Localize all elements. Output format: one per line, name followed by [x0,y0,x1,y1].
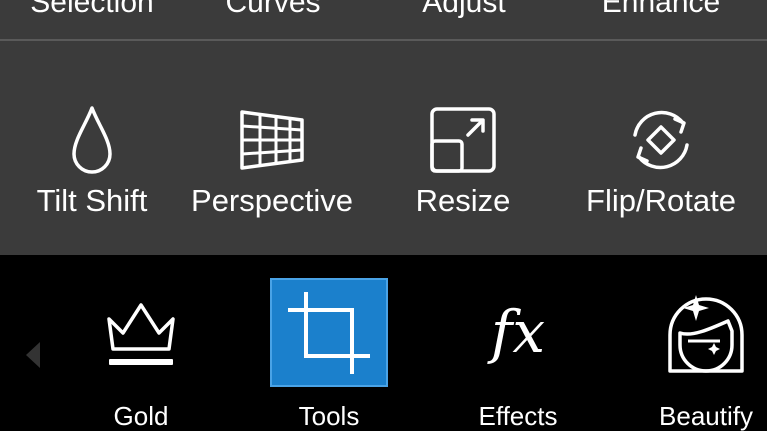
tool-label: Perspective [191,183,353,218]
tool-flip-rotate[interactable]: Flip/Rotate [566,95,756,235]
divider [0,39,767,41]
nav-item-label: Gold [113,401,169,431]
tool-resize[interactable]: Resize [368,95,558,235]
tool-options-panel: Selection Curves Adjust Enhance Tilt Shi… [0,0,767,255]
tool-perspective[interactable]: Perspective [177,95,367,235]
perspective-grid-icon [227,95,317,185]
tool-tilt-shift[interactable]: Tilt Shift [0,95,187,235]
nav-item-effects[interactable]: fx Effects [443,278,593,431]
fx-icon: fx [459,278,577,387]
crop-icon [270,278,388,387]
crown-icon [82,278,200,387]
nav-item-beautify[interactable]: Beautify [631,278,767,431]
chevron-left-icon[interactable] [22,340,44,370]
tool-label: Flip/Rotate [586,183,736,218]
tool-label: Resize [415,183,511,218]
flip-rotate-icon [616,95,706,185]
nav-item-label: Beautify [659,401,753,431]
nav-item-label: Tools [298,401,360,431]
nav-item-gold[interactable]: Gold [66,278,216,431]
svg-text:fx: fx [487,298,545,366]
drop-icon [47,95,137,185]
category-tabs: Selection Curves Adjust Enhance [0,0,767,40]
nav-item-label: Effects [478,401,558,431]
face-sparkle-icon [647,278,765,387]
resize-icon [418,95,508,185]
tab-enhance[interactable]: Enhance [566,0,756,20]
tool-label: Tilt Shift [36,183,148,218]
tab-curves[interactable]: Curves [178,0,368,20]
nav-item-tools[interactable]: Tools [254,278,404,431]
tab-adjust[interactable]: Adjust [369,0,559,20]
tab-selection[interactable]: Selection [0,0,187,20]
